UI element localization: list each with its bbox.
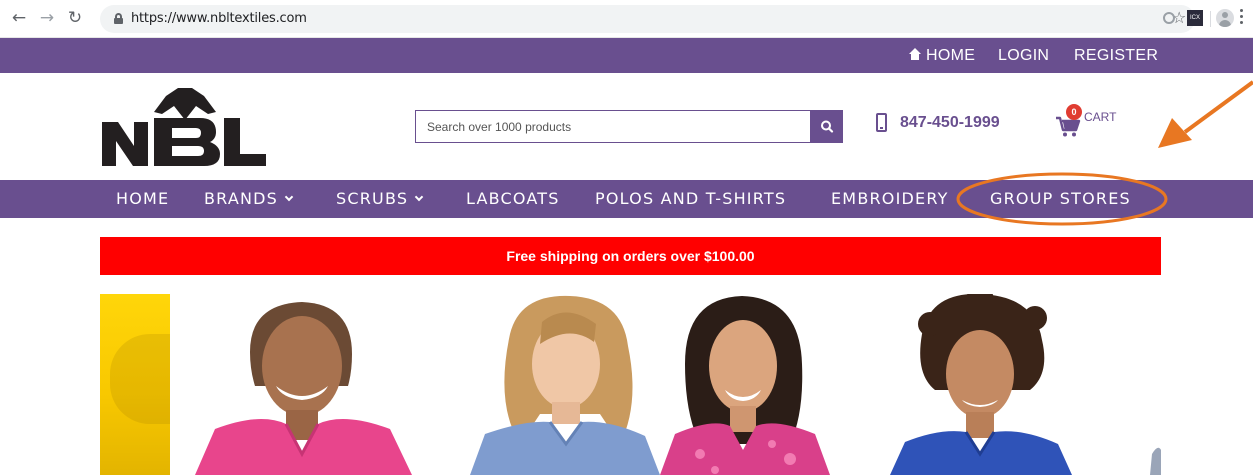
forward-arrow-icon[interactable]: → <box>36 7 58 29</box>
cart-count-badge: 0 <box>1066 104 1082 120</box>
search-button[interactable] <box>811 110 843 143</box>
browser-toolbar: ← → ↻ https://www.nbltextiles.com ☆ ICX <box>0 0 1253 38</box>
address-bar[interactable]: https://www.nbltextiles.com ☆ <box>100 5 1195 33</box>
chevron-down-icon <box>414 192 424 202</box>
nav-item-brands[interactable]: BRANDS <box>204 189 294 208</box>
profile-avatar-icon[interactable] <box>1216 9 1234 27</box>
logo-graphic <box>102 88 266 166</box>
nav-item-scrubs[interactable]: SCRUBS <box>336 189 424 208</box>
nbl-logo[interactable] <box>100 84 268 168</box>
nav-item-group-stores[interactable]: GROUP STORES <box>990 189 1131 208</box>
model-pink-print-scrub <box>660 296 830 475</box>
search-input[interactable] <box>416 111 810 142</box>
model-blue-scrub <box>470 295 660 475</box>
extension-icon[interactable]: ICX <box>1187 10 1203 26</box>
register-link[interactable]: REGISTER <box>1074 47 1158 65</box>
reload-icon[interactable]: ↻ <box>64 7 86 29</box>
back-arrow-icon[interactable]: ← <box>8 7 30 29</box>
chevron-down-icon <box>284 192 294 202</box>
annotation-arrow <box>1183 80 1253 134</box>
extension-icon[interactable] <box>1163 12 1175 24</box>
nav-item-home[interactable]: HOME <box>116 189 169 208</box>
login-link[interactable]: LOGIN <box>998 47 1049 65</box>
main-nav: HOME BRANDS SCRUBS LABCOATS POLOS AND T-… <box>0 180 1253 218</box>
home-icon[interactable] <box>909 48 921 60</box>
models-photo <box>195 294 1161 475</box>
nav-item-polos[interactable]: POLOS AND T-SHIRTS <box>595 189 786 208</box>
nav-item-embroidery[interactable]: EMBROIDERY <box>831 189 949 208</box>
top-utility-bar <box>0 38 1253 73</box>
search-icon <box>821 120 834 133</box>
model-royal-blue-scrub <box>890 294 1072 475</box>
menu-kebab-icon[interactable] <box>1240 9 1244 27</box>
cart-label[interactable]: CART <box>1084 110 1116 124</box>
phone-icon <box>876 113 887 132</box>
phone-number[interactable]: 847-450-1999 <box>900 114 1000 132</box>
free-shipping-banner: Free shipping on orders over $100.00 <box>100 237 1161 275</box>
top-home-link[interactable]: HOME <box>926 47 975 65</box>
url-text[interactable]: https://www.nbltextiles.com <box>131 11 307 26</box>
nav-item-labcoats[interactable]: LABCOATS <box>466 189 560 208</box>
hero-banner[interactable] <box>100 294 1161 475</box>
toolbar-divider <box>1210 11 1211 27</box>
search-box <box>415 110 811 143</box>
annotation-arrowhead <box>1158 118 1192 148</box>
lock-icon <box>114 13 123 24</box>
model-pink-scrub <box>195 302 412 475</box>
promo-text: Free shipping on orders over $100.00 <box>506 248 755 264</box>
